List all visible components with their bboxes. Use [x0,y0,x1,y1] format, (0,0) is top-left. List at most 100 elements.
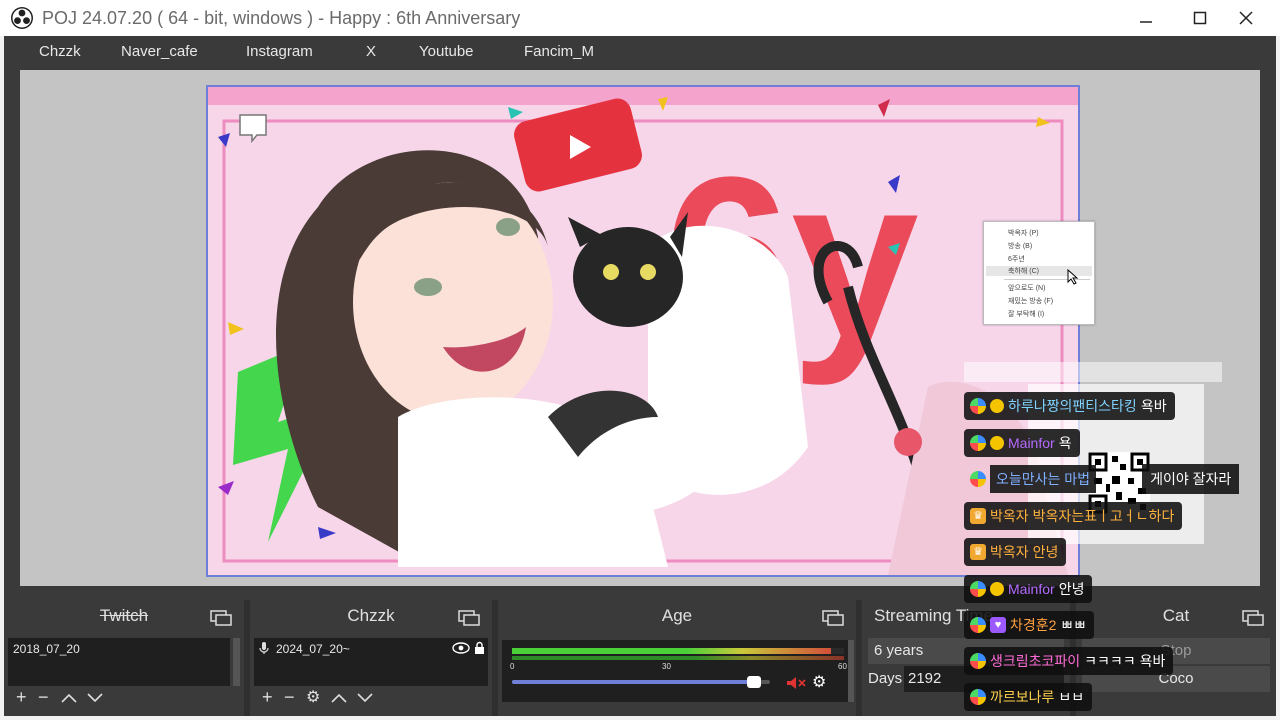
platform-badge-icon [970,581,986,597]
window-title: POJ 24.07.20 ( 64 - bit, windows ) - Hap… [42,8,521,28]
chat-message: ♛ 박옥자 박옥자는표ㅣ고ㅓㄴ하다 [964,502,1183,530]
move-down-icon[interactable] [86,692,104,704]
platform-badge-icon [970,617,986,633]
add-button[interactable]: + [16,687,27,708]
scrollbar[interactable] [233,638,240,686]
crown-badge-icon: ♛ [970,544,986,560]
chat-username: 생크림초코파이 [990,653,1081,669]
chat-username: 차경훈2 [1010,617,1057,633]
chat-username: Mainfor [1008,581,1055,597]
platform-badge-icon [970,471,986,487]
age-dock-title: Age [661,606,693,625]
chzzk-dock-title: Chzzk [347,606,395,625]
twitch-list[interactable]: 2018_07_20 [8,638,230,686]
platform-badge-icon [970,398,986,414]
age-dock: Age 0 30 60 ⚙ [498,600,856,716]
meter-tick: 60 [838,662,847,671]
volume-meter-fill [512,648,831,654]
chat-message: 생크림초코파이 ㅋㅋㅋㅋ 욕바 [964,647,1174,675]
chat-username: Mainfor [1008,435,1055,451]
context-menu-item[interactable]: 앞으로도 (N) [1008,283,1045,293]
chat-text: 안녕 [1032,544,1059,560]
add-button[interactable]: + [262,687,273,708]
menu-item-youtube[interactable]: Youtube [419,43,474,60]
lock-icon[interactable] [474,641,485,655]
list-item[interactable]: 2018_07_20 [13,642,80,656]
context-menu-item[interactable]: 재밌는 방송 (F) [1008,296,1053,306]
meter-tick: 30 [662,662,671,671]
minimize-icon [1140,21,1152,23]
chat-username: 박옥자 [990,508,1029,524]
menu-item-naver-cafe[interactable]: Naver_cafe [121,43,198,60]
chat-text: 욕 [1058,435,1072,451]
remove-button[interactable]: − [284,687,295,708]
context-menu-item[interactable]: 박옥자 (P) [1008,228,1039,238]
platform-badge-icon [970,653,986,669]
chat-message: ♥ 차경훈2 ㅃㅃ [964,611,1095,639]
chat-text: 욕바 [1140,398,1167,414]
meter-tick: 0 [510,662,515,671]
close-button[interactable] [1228,4,1264,32]
menu-item-instagram[interactable]: Instagram [246,43,313,60]
maximize-button[interactable] [1182,4,1218,32]
menu-item-chzzk[interactable]: Chzzk [39,43,81,60]
scrollbar[interactable] [848,640,854,702]
float-dock-icon[interactable] [1242,610,1264,626]
context-menu-item[interactable]: 방송 (B) [1008,241,1032,251]
chat-username: 오늘만사는 마법 [990,465,1097,493]
heart-badge-icon: ♥ [990,617,1006,633]
scene-canvas[interactable]: 6y [206,85,1080,577]
float-dock-icon[interactable] [458,610,480,626]
menu-item-x[interactable]: X [366,43,376,60]
emote-badge-icon [990,436,1004,450]
mixer-panel: 0 30 60 ⚙ [502,640,852,702]
move-up-icon[interactable] [330,692,348,704]
chat-text: ㅃㅃ [1060,617,1087,633]
eye-icon[interactable] [452,642,470,654]
platform-badge-icon [970,435,986,451]
title-bar: POJ 24.07.20 ( 64 - bit, windows ) - Hap… [0,0,1280,36]
context-menu-item[interactable]: 잘 부탁해 (I) [1008,309,1044,319]
platform-badge-icon [970,689,986,705]
chat-text: ㅂㅂ [1058,689,1085,705]
chat-text: 안녕 [1058,581,1085,597]
close-icon [1239,11,1253,25]
move-down-icon[interactable] [356,692,374,704]
chat-message: 오늘만사는 마법 게이야 잘자라 [964,464,1247,494]
menu-item-fancim-m[interactable]: Fancim_M [524,43,594,60]
chat-message: ♛ 박옥자 안녕 [964,538,1067,566]
mute-icon[interactable] [786,676,806,690]
chat-message: Mainfor 안녕 [964,575,1093,603]
remove-button[interactable]: − [38,687,49,708]
volume-slider-thumb[interactable] [747,676,762,688]
minimize-button[interactable] [1128,4,1164,32]
float-dock-icon[interactable] [210,610,232,626]
mixer-settings-gear-icon[interactable]: ⚙ [812,672,826,692]
context-menu: 박옥자 (P) 방송 (B) 6주년 축하해 (C) 앞으로도 (N) 재밌는 … [983,221,1095,325]
twitch-dock: Twitch 2018_07_20 + − [4,600,244,716]
chat-username: 까르보나루 [990,689,1055,705]
volume-slider[interactable] [512,676,770,688]
crown-badge-icon: ♛ [970,508,986,524]
volume-meter [512,648,844,654]
chat-text: 게이야 잘자라 [1142,464,1240,494]
float-dock-icon[interactable] [822,610,844,626]
chat-message: 까르보나루 ㅂㅂ [964,683,1093,711]
list-item[interactable]: 2024_07_20~ [276,642,350,656]
chat-username: 하루나짱의팬티스타킹 [1008,398,1137,414]
maximize-icon [1193,11,1207,25]
volume-meter-bar [512,656,844,660]
chzzk-list[interactable]: 2024_07_20~ [254,638,488,686]
context-menu-item[interactable]: 6주년 [1008,254,1025,264]
emote-badge-icon [990,582,1004,596]
menu-bar: Chzzk Naver_cafe Instagram X Youtube Fan… [4,36,1276,68]
move-up-icon[interactable] [60,692,78,704]
scene-artwork: 6y [208,87,1078,575]
settings-gear-icon[interactable]: ⚙ [306,687,320,707]
chzzk-dock: Chzzk 2024_07_20~ + − ⚙ [250,600,492,716]
emote-badge-icon [990,399,1004,413]
twitch-dock-title: Twitch [99,606,149,625]
chat-message: Mainfor 욕 [964,429,1080,457]
chat-message: 하루나짱의팬티스타킹 욕바 [964,392,1175,420]
chat-text: ㅋㅋㅋㅋ 욕바 [1084,653,1166,669]
